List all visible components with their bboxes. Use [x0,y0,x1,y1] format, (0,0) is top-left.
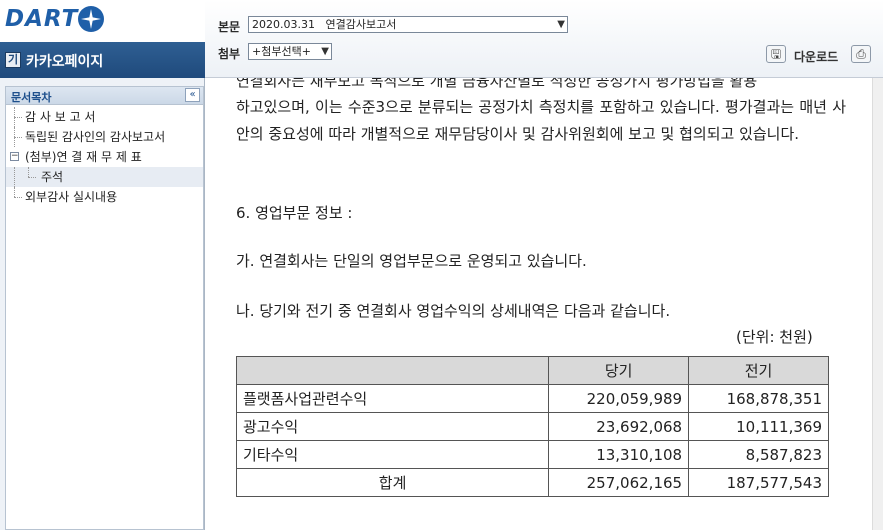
logo-mark-icon [78,6,104,32]
total-label: 합계 [235,468,550,497]
toc-item-label: 독립된 감사인의 감사보고서 [25,130,166,144]
total-current-value: 257,062,165 [548,468,690,497]
total-prior-value: 187,577,543 [688,468,829,497]
toc-item-label: 외부감사 실시내용 [25,190,118,204]
row-label: 플랫폼사업관련수익 [235,384,550,413]
toc-header: 문서목차 « [6,87,203,105]
table-row: 광고수익 23,692,068 10,111,369 [235,412,829,441]
row-label: 기타수익 [235,440,550,469]
toc-item-notes[interactable]: 주석 [6,167,203,187]
segment-item-na: 나. 당기와 전기 중 연결회사 영업수익의 상세내역은 다음과 같습니다. [236,302,671,320]
download-button[interactable]: 다운로드 [794,48,838,65]
company-name: 카카오페이지 [26,54,104,70]
toc-item-label: 감 사 보 고 서 [25,110,96,124]
collapse-sidebar-button[interactable]: « [185,88,200,102]
left-header: DART 기 카카오페이지 [0,0,205,78]
vertical-scrollbar[interactable] [872,78,883,530]
table-header-prior: 전기 [688,356,829,385]
prior-value: 168,878,351 [688,384,829,413]
toc-item-audit-report[interactable]: 감 사 보 고 서 [6,107,203,127]
prior-value: 10,111,369 [688,412,829,441]
attachment-select[interactable]: +첨부선택+ ▼ [248,43,332,60]
chevron-down-icon: ▼ [557,19,565,30]
section-heading: 6. 영업부문 정보 : [236,204,353,222]
print-icon[interactable]: ⎙ [851,45,871,63]
download-icon[interactable]: 🖫 [766,45,786,63]
company-badge-icon: 기 [5,52,21,68]
main-doc-select-value: 2020.03.31 연결감사보고서 [252,18,397,31]
dart-logo[interactable]: DART [0,0,205,42]
table-header-row: 당기 전기 [235,356,829,385]
toc-item-label: 주석 [41,170,64,184]
unit-label: (단위: 천원) [736,328,813,346]
current-value: 13,310,108 [548,440,690,469]
table-row: 기타수익 13,310,108 8,587,823 [235,440,829,469]
toc-item-consolidated-statements[interactable]: − (첨부)연 결 재 무 제 표 [6,147,203,167]
collapse-node-icon[interactable]: − [10,152,19,161]
attachment-select-value: +첨부선택+ [252,45,311,58]
prior-value: 8,587,823 [688,440,829,469]
document-toolbar: 본문 2020.03.31 연결감사보고서 ▼ 첨부 +첨부선택+ ▼ 🖫 다운… [205,0,883,78]
fair-value-paragraph: 하고있으며, 이는 수준3으로 분류되는 공정가치 측정치를 포함하고 있습니다… [236,98,846,143]
table-header-current: 당기 [548,356,690,385]
sidebar: 문서목차 « 감 사 보 고 서 독립된 감사인의 감사보고서 − (첨부)연 … [0,78,205,530]
current-value: 220,059,989 [548,384,690,413]
toc-item-independent-auditor-report[interactable]: 독립된 감사인의 감사보고서 [6,127,203,147]
logo-text: DART [5,6,79,32]
operating-revenue-table: 당기 전기 플랫폼사업관련수익 220,059,989 168,878,351 … [235,356,829,497]
segment-item-ga: 가. 연결회사는 단일의 영업부문으로 운영되고 있습니다. [236,252,587,270]
main-doc-label: 본문 [218,20,241,34]
toc-item-external-audit[interactable]: 외부감사 실시내용 [6,187,203,207]
toc-title: 문서목차 [11,91,52,104]
toc-item-label: (첨부)연 결 재 무 제 표 [25,150,142,164]
table-row: 플랫폼사업관련수익 220,059,989 168,878,351 [235,384,829,413]
current-value: 23,692,068 [548,412,690,441]
toc-panel: 문서목차 « 감 사 보 고 서 독립된 감사인의 감사보고서 − (첨부)연 … [5,86,204,530]
attachment-label: 첨부 [218,47,241,61]
row-label: 광고수익 [235,412,550,441]
chevron-down-icon: ▼ [321,46,329,57]
document-content: 연결회사는 재무보고 목적으로 개별 금융자산별로 적정한 공정가치 평가방법을… [206,78,872,530]
main-doc-select[interactable]: 2020.03.31 연결감사보고서 ▼ [248,16,568,33]
cut-off-text-line: 연결회사는 재무보고 목적으로 개별 금융자산별로 적정한 공정가치 평가방법을… [236,78,758,90]
table-total-row: 합계 257,062,165 187,577,543 [235,468,829,497]
table-header-cell [235,356,550,385]
company-bar: 기 카카오페이지 [0,42,205,78]
